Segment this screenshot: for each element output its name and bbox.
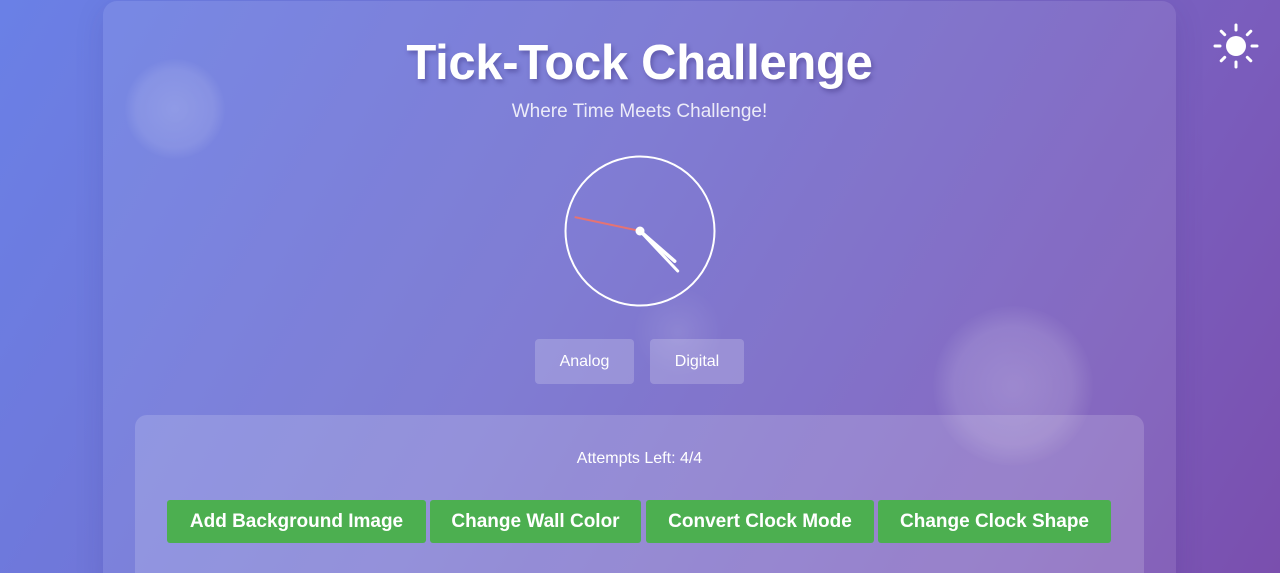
- minute-hand: [638, 229, 680, 273]
- analog-mode-button[interactable]: Analog: [535, 339, 634, 384]
- page-title: Tick-Tock Challenge: [406, 36, 873, 90]
- analog-clock: [562, 153, 718, 309]
- second-hand: [574, 216, 641, 232]
- challenge-controls: Attempts Left: 4/4 Add Background Image …: [135, 415, 1144, 573]
- sun-icon: [1213, 23, 1259, 69]
- digital-mode-button[interactable]: Digital: [650, 339, 744, 384]
- theme-toggle-button[interactable]: [1212, 22, 1260, 70]
- change-wall-color-button[interactable]: Change Wall Color: [430, 500, 641, 543]
- add-background-image-button[interactable]: Add Background Image: [167, 500, 426, 543]
- challenge-panel: Tick-Tock Challenge Where Time Meets Cha…: [103, 1, 1176, 573]
- attempts-counter: Attempts Left: 4/4: [576, 450, 703, 467]
- clock-center-pin: [635, 226, 645, 236]
- change-clock-shape-button[interactable]: Change Clock Shape: [878, 500, 1111, 543]
- page-subtitle: Where Time Meets Challenge!: [511, 101, 768, 122]
- convert-clock-mode-button[interactable]: Convert Clock Mode: [646, 500, 874, 543]
